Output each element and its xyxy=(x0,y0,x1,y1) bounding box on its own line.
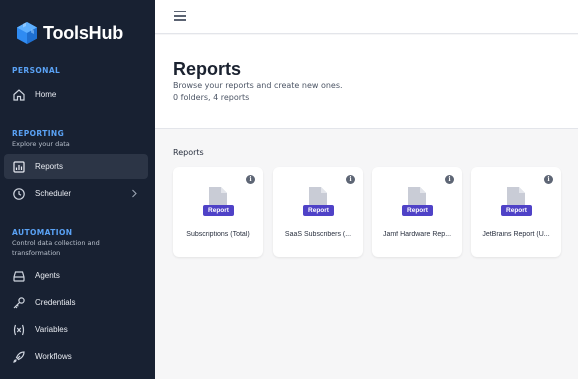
info-icon[interactable]: i xyxy=(246,175,255,184)
section-title-automation: AUTOMATION xyxy=(12,228,73,237)
info-icon[interactable]: i xyxy=(346,175,355,184)
info-icon[interactable]: i xyxy=(544,175,553,184)
reports-section-label: Reports xyxy=(173,148,204,157)
sidebar-item-label: Agents xyxy=(35,271,60,280)
report-card[interactable]: i Report Subscriptions (Total) xyxy=(173,167,263,257)
section-subtitle-reporting: Explore your data xyxy=(12,140,70,148)
report-card-title: Subscriptions (Total) xyxy=(186,231,250,238)
report-badge: Report xyxy=(303,205,334,216)
info-icon[interactable]: i xyxy=(445,175,454,184)
sidebar-item-label: Scheduler xyxy=(35,189,72,198)
sidebar-item-scheduler[interactable]: Scheduler xyxy=(4,181,148,206)
sidebar-item-label: Variables xyxy=(35,325,68,334)
home-icon xyxy=(12,88,26,102)
sidebar-item-variables[interactable]: Variables xyxy=(4,317,148,342)
chevron-right-icon xyxy=(132,189,137,198)
report-badge: Report xyxy=(501,205,532,216)
sidebar: ToolsHub PERSONAL Home REPORTING Explore… xyxy=(0,0,155,379)
report-card[interactable]: i Report Jamf Hardware Rep... xyxy=(372,167,462,257)
folder-report-count: 0 folders, 4 reports xyxy=(173,93,250,102)
sidebar-item-credentials[interactable]: Credentials xyxy=(4,290,148,315)
report-card-title: SaaS Subscribers (... xyxy=(284,231,352,238)
top-bar xyxy=(155,0,578,34)
report-card[interactable]: i Report JetBrains Report (U... xyxy=(471,167,561,257)
page-title: Reports xyxy=(173,59,242,79)
section-subtitle-automation: Control data collection and transformati… xyxy=(12,239,100,257)
key-icon xyxy=(12,296,26,310)
sidebar-item-reports[interactable]: Reports xyxy=(4,154,148,179)
clock-icon xyxy=(12,187,26,201)
chart-icon xyxy=(12,160,26,174)
report-card-title: JetBrains Report (U... xyxy=(482,231,550,238)
sidebar-item-agents[interactable]: Agents xyxy=(4,263,148,288)
report-badge: Report xyxy=(203,205,234,216)
variable-icon xyxy=(12,323,26,337)
report-badge: Report xyxy=(402,205,433,216)
app-logo[interactable]: ToolsHub xyxy=(14,19,123,47)
section-title-personal: PERSONAL xyxy=(12,66,61,75)
page-header: Reports Browse your reports and create n… xyxy=(155,35,578,129)
section-title-reporting: REPORTING xyxy=(12,129,65,138)
sidebar-item-label: Credentials xyxy=(35,298,76,307)
sidebar-item-label: Workflows xyxy=(35,352,72,361)
logo-cube-icon xyxy=(17,22,37,44)
hamburger-menu-icon[interactable] xyxy=(174,11,186,21)
sidebar-item-label: Home xyxy=(35,90,57,99)
sidebar-item-label: Reports xyxy=(35,162,64,171)
sidebar-item-home[interactable]: Home xyxy=(4,82,148,107)
page-subtitle: Browse your reports and create new ones. xyxy=(173,81,343,90)
report-card-title: Jamf Hardware Rep... xyxy=(382,231,452,238)
report-card[interactable]: i Report SaaS Subscribers (... xyxy=(273,167,363,257)
rocket-icon xyxy=(12,350,26,364)
sidebar-item-workflows[interactable]: Workflows xyxy=(4,344,148,369)
app-name: ToolsHub xyxy=(43,22,124,43)
server-icon xyxy=(12,269,26,283)
